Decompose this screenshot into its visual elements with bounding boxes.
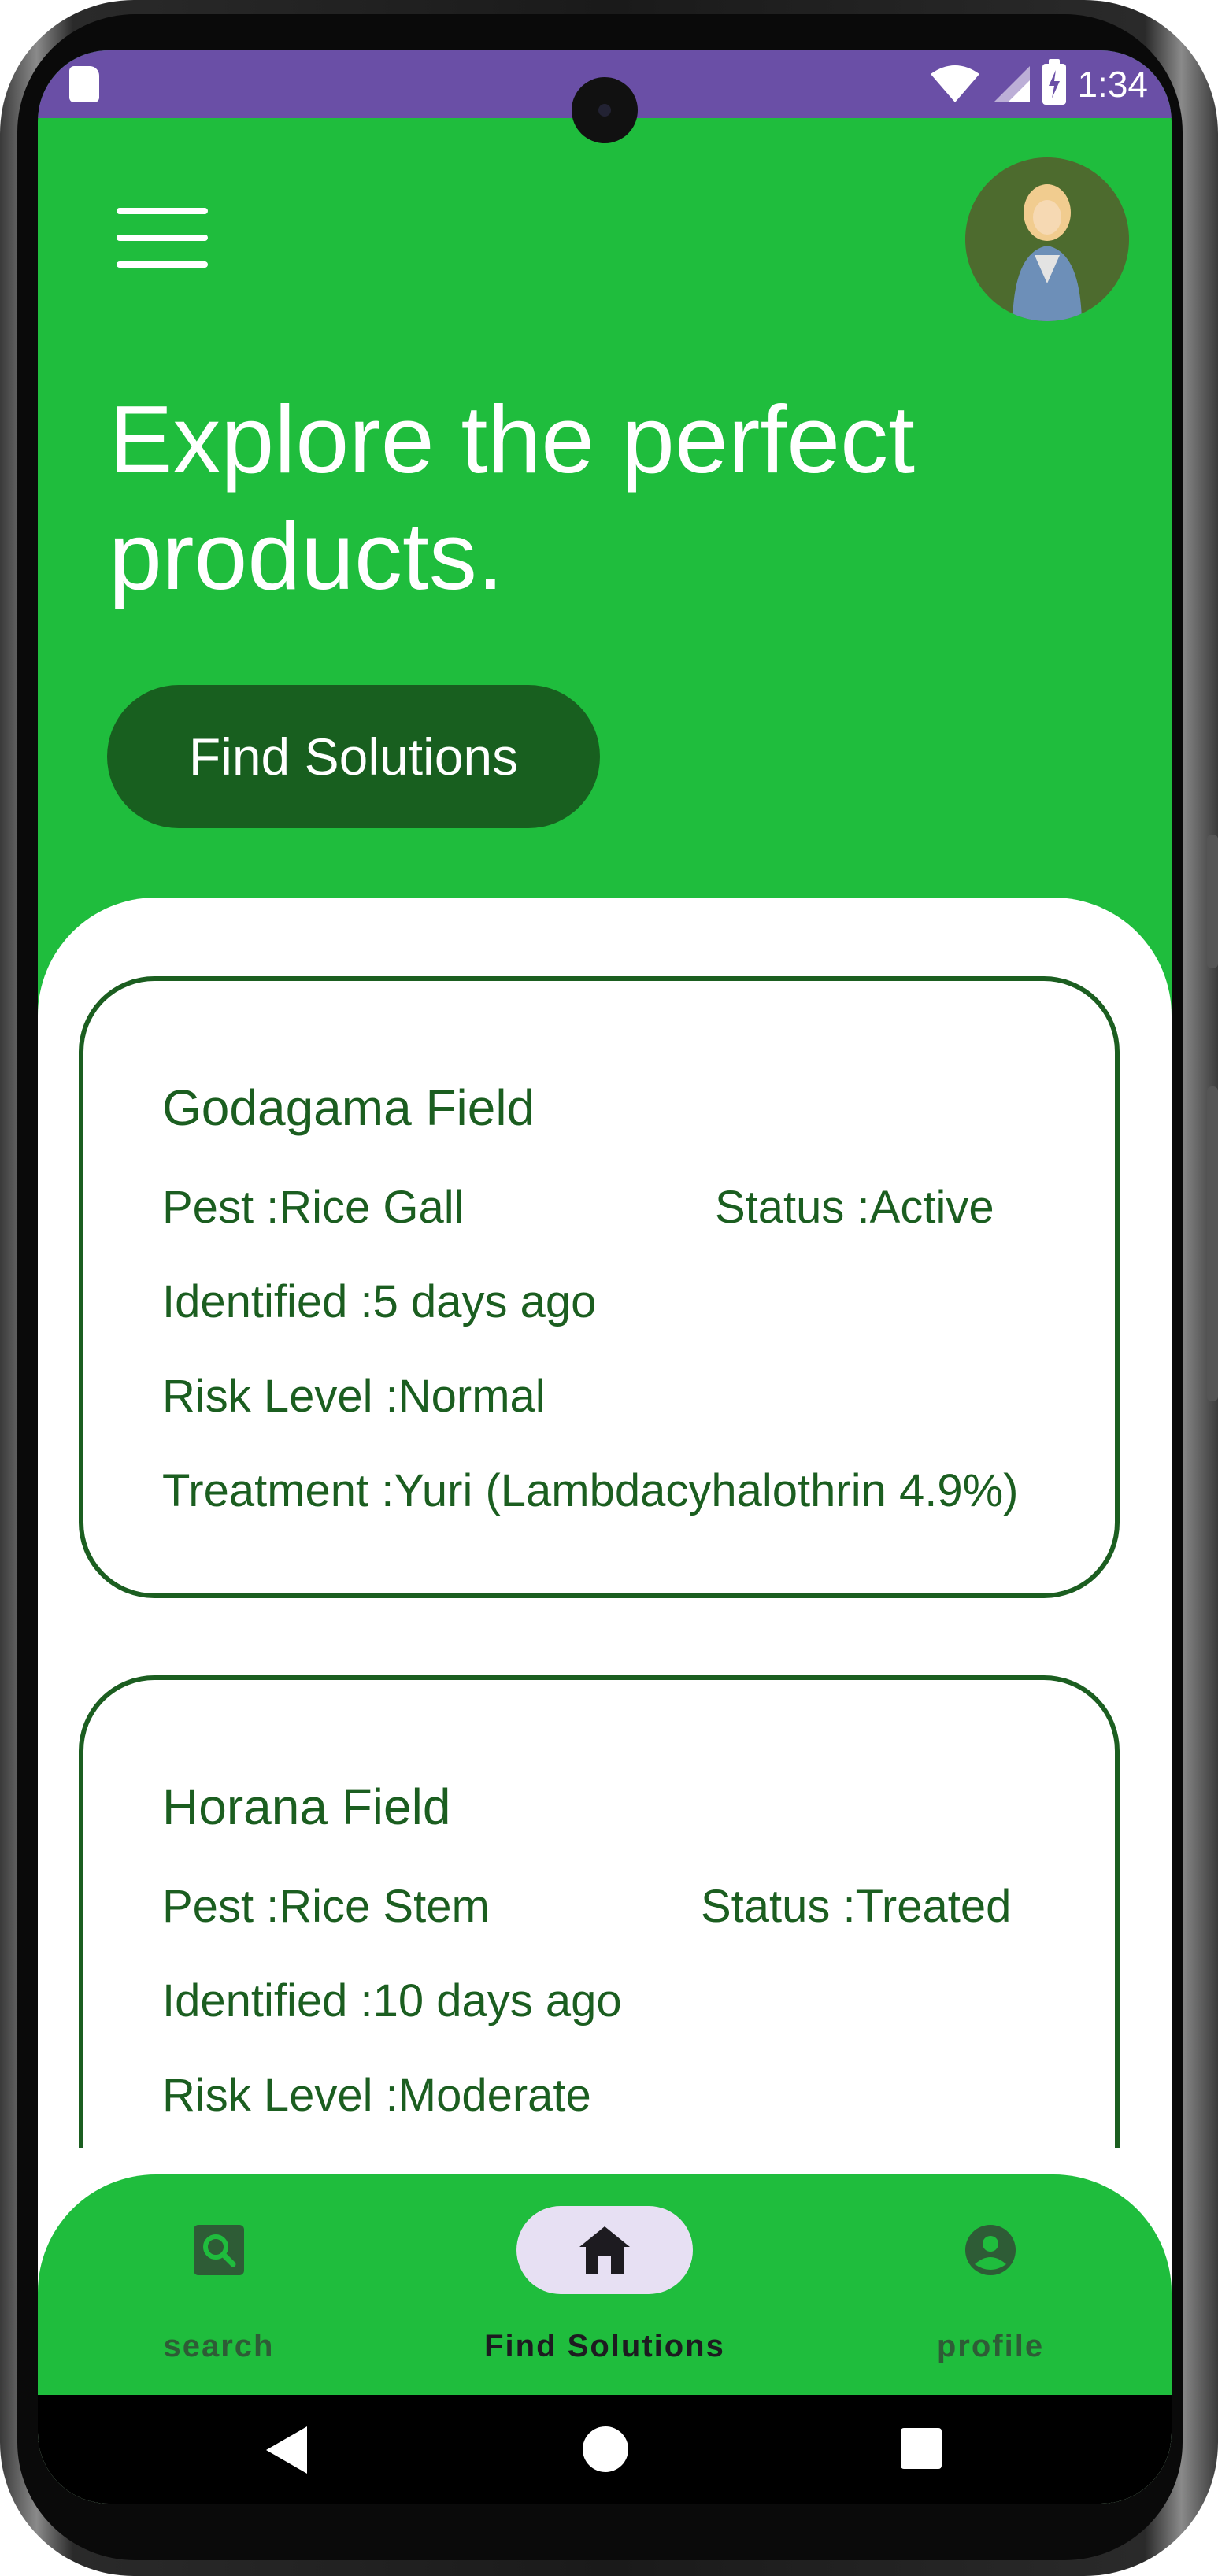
field-name: Horana Field <box>162 1778 451 1835</box>
phone-frame: 1:34 Explore the perfect products. Find … <box>0 0 1218 2576</box>
status-icons: 1:34 <box>929 59 1148 107</box>
page-title: Explore the perfect products. <box>109 381 1053 614</box>
nav-item-find-solutions[interactable]: Find Solutions <box>447 2174 762 2395</box>
field-list[interactable]: Godagama Field Pest :Rice Gall Status :A… <box>38 898 1172 2148</box>
nav-label-profile: profile <box>936 2329 1045 2363</box>
hamburger-menu-icon[interactable] <box>117 208 208 268</box>
field-card[interactable]: Godagama Field Pest :Rice Gall Status :A… <box>79 976 1120 1598</box>
account-circle-icon <box>965 2225 1016 2275</box>
find-solutions-button[interactable]: Find Solutions <box>107 685 600 828</box>
nav-label-search: search <box>163 2329 275 2363</box>
bottom-navigation: search Find Solutions profile <box>38 2174 1172 2395</box>
field-risk-level: Risk Level :Normal <box>162 1371 546 1422</box>
field-identified: Identified :10 days ago <box>162 1975 622 2026</box>
home-button-icon[interactable] <box>583 2426 628 2472</box>
field-pest: Pest :Rice Gall <box>162 1182 465 1233</box>
field-risk-level: Risk Level :Moderate <box>162 2070 591 2121</box>
system-navigation-bar <box>38 2395 1172 2504</box>
field-status: Status :Active <box>715 1182 994 1233</box>
nav-item-profile[interactable]: profile <box>833 2174 1148 2395</box>
recent-apps-icon[interactable] <box>901 2428 942 2469</box>
volume-button <box>1207 835 1218 968</box>
nav-label-find-solutions: Find Solutions <box>484 2329 725 2363</box>
field-card[interactable]: Horana Field Pest :Rice Stem Status :Tre… <box>79 1675 1120 2148</box>
clock: 1:34 <box>1077 64 1148 105</box>
home-icon <box>579 2226 630 2274</box>
headline-line-2: products. <box>109 502 504 609</box>
field-treatment: Treatment :Yuri (Lambdacyhalothrin 4.9%) <box>162 1465 1019 1516</box>
search-icon <box>194 2225 244 2275</box>
field-identified: Identified :5 days ago <box>162 1276 597 1327</box>
field-pest: Pest :Rice Stem <box>162 1881 490 1932</box>
field-name: Godagama Field <box>162 1079 535 1136</box>
sd-card-icon <box>69 66 99 102</box>
cellular-icon <box>994 66 1031 102</box>
back-icon[interactable] <box>266 2426 307 2474</box>
app-screen: 1:34 Explore the perfect products. Find … <box>38 50 1172 2504</box>
nav-item-search[interactable]: search <box>61 2174 376 2395</box>
power-button <box>1207 1086 1218 1401</box>
headline-line-1: Explore the perfect <box>109 386 916 493</box>
field-status: Status :Treated <box>701 1881 1012 1932</box>
battery-charging-icon <box>1042 59 1067 105</box>
avatar[interactable] <box>965 157 1129 321</box>
front-camera <box>572 77 638 143</box>
wifi-icon <box>931 65 980 102</box>
